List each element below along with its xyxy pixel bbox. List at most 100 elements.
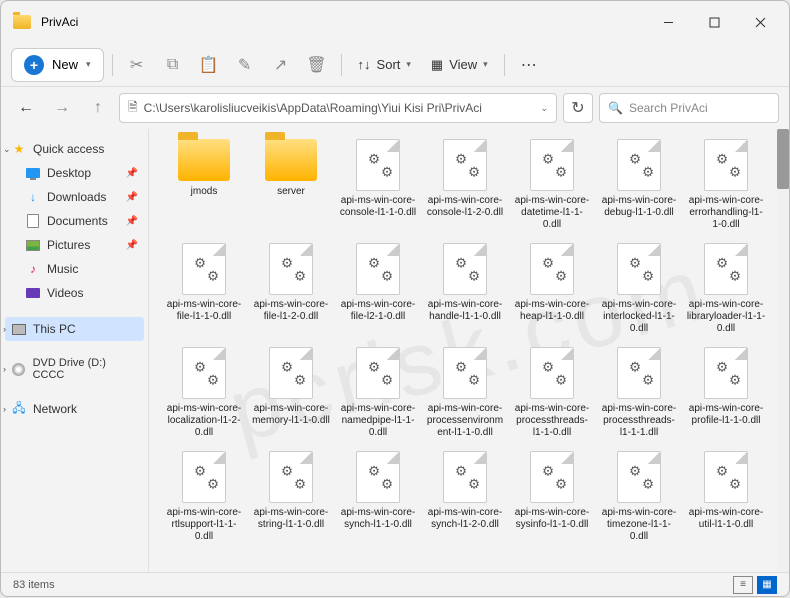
file-item[interactable]: api-ms-win-core-file-l2-1-0.dll xyxy=(337,243,419,335)
statusbar: 83 items ≡ ▦ xyxy=(1,572,789,596)
sidebar-desktop[interactable]: Desktop📌 xyxy=(5,161,144,185)
icons-view-icon[interactable]: ▦ xyxy=(757,576,777,594)
scrollbar[interactable] xyxy=(777,129,789,572)
pin-icon: 📌 xyxy=(126,240,138,251)
file-label: api-ms-win-core-memory-l1-1-0.dll xyxy=(250,403,332,427)
file-item[interactable]: api-ms-win-core-sysinfo-l1-1-0.dll xyxy=(511,451,593,543)
search-icon: 🔍 xyxy=(608,101,623,115)
sidebar-dvd[interactable]: ›DVD Drive (D:) CCCC xyxy=(5,353,144,385)
explorer-window: PrivAci + New ▾ ✂ ⧉ 📋 ✎ ↗ 🗑 ↑↓ Sort ▾ ▦ … xyxy=(0,0,790,597)
search-placeholder: Search PrivAci xyxy=(629,101,708,115)
file-label: api-ms-win-core-heap-l1-1-0.dll xyxy=(511,299,593,323)
sidebar-pictures[interactable]: Pictures📌 xyxy=(5,233,144,257)
file-label: api-ms-win-core-file-l2-1-0.dll xyxy=(337,299,419,323)
more-button[interactable]: ⋯ xyxy=(513,50,545,80)
sort-button[interactable]: ↑↓ Sort ▾ xyxy=(350,53,419,76)
close-button[interactable] xyxy=(737,6,783,38)
file-item[interactable]: api-ms-win-core-libraryloader-l1-1-0.dll xyxy=(685,243,767,335)
up-button[interactable]: ↑ xyxy=(83,93,113,123)
file-item[interactable]: api-ms-win-core-string-l1-1-0.dll xyxy=(250,451,332,543)
file-label: api-ms-win-core-namedpipe-l1-1-0.dll xyxy=(337,403,419,439)
file-item[interactable]: api-ms-win-core-synch-l1-1-0.dll xyxy=(337,451,419,543)
address-row: ← → ↑ 🗎 C:\Users\karolisliucveikis\AppDa… xyxy=(1,87,789,129)
folder-icon xyxy=(178,139,230,181)
sidebar[interactable]: ⌄★Quick access Desktop📌 ↓Downloads📌 Docu… xyxy=(1,129,149,572)
file-item[interactable]: api-ms-win-core-handle-l1-1-0.dll xyxy=(424,243,506,335)
sidebar-documents[interactable]: Documents📌 xyxy=(5,209,144,233)
file-item[interactable]: api-ms-win-core-processthreads-l1-1-1.dl… xyxy=(598,347,680,439)
dll-icon xyxy=(704,347,748,399)
file-label: api-ms-win-core-util-l1-1-0.dll xyxy=(685,507,767,531)
file-item[interactable]: api-ms-win-core-console-l1-1-0.dll xyxy=(337,139,419,231)
file-item[interactable]: api-ms-win-core-synch-l1-2-0.dll xyxy=(424,451,506,543)
paste-icon[interactable]: 📋 xyxy=(193,50,225,80)
file-item[interactable]: api-ms-win-core-errorhandling-l1-1-0.dll xyxy=(685,139,767,231)
file-label: api-ms-win-core-timezone-l1-1-0.dll xyxy=(598,507,680,543)
window-controls xyxy=(645,6,783,38)
dll-icon xyxy=(530,243,574,295)
new-label: New xyxy=(52,57,78,72)
view-button[interactable]: ▦ View ▾ xyxy=(423,53,496,77)
scrollbar-thumb[interactable] xyxy=(777,129,789,189)
file-item[interactable]: api-ms-win-core-memory-l1-1-0.dll xyxy=(250,347,332,439)
titlebar[interactable]: PrivAci xyxy=(1,1,789,43)
file-item[interactable]: api-ms-win-core-processenvironment-l1-1-… xyxy=(424,347,506,439)
rename-icon[interactable]: ✎ xyxy=(229,50,261,80)
folder-icon xyxy=(13,15,31,29)
dll-icon xyxy=(182,451,226,503)
dll-icon xyxy=(269,347,313,399)
file-label: api-ms-win-core-localization-l1-2-0.dll xyxy=(163,403,245,439)
file-label: server xyxy=(276,186,306,198)
toolbar: + New ▾ ✂ ⧉ 📋 ✎ ↗ 🗑 ↑↓ Sort ▾ ▦ View ▾ ⋯ xyxy=(1,43,789,87)
sidebar-downloads[interactable]: ↓Downloads📌 xyxy=(5,185,144,209)
file-item[interactable]: api-ms-win-core-processthreads-l1-1-0.dl… xyxy=(511,347,593,439)
window-title: PrivAci xyxy=(41,15,78,29)
delete-icon[interactable]: 🗑 xyxy=(301,50,333,80)
file-item[interactable]: api-ms-win-core-util-l1-1-0.dll xyxy=(685,451,767,543)
folder-item[interactable]: jmods xyxy=(163,139,245,231)
dll-icon xyxy=(704,451,748,503)
copy-icon[interactable]: ⧉ xyxy=(157,50,189,80)
refresh-button[interactable]: ↻ xyxy=(563,93,593,123)
search-input[interactable]: 🔍 Search PrivAci xyxy=(599,93,779,123)
chevron-down-icon: ▾ xyxy=(483,59,488,70)
file-item[interactable]: api-ms-win-core-heap-l1-1-0.dll xyxy=(511,243,593,335)
sidebar-network[interactable]: ›🖧Network xyxy=(5,397,144,421)
new-button[interactable]: + New ▾ xyxy=(11,48,104,82)
file-item[interactable]: api-ms-win-core-debug-l1-1-0.dll xyxy=(598,139,680,231)
file-label: api-ms-win-core-sysinfo-l1-1-0.dll xyxy=(511,507,593,531)
folder-item[interactable]: server xyxy=(250,139,332,231)
sidebar-this-pc[interactable]: ›This PC xyxy=(5,317,144,341)
file-label: api-ms-win-core-console-l1-1-0.dll xyxy=(337,195,419,219)
file-item[interactable]: api-ms-win-core-file-l1-2-0.dll xyxy=(250,243,332,335)
details-view-icon[interactable]: ≡ xyxy=(733,576,753,594)
file-item[interactable]: api-ms-win-core-timezone-l1-1-0.dll xyxy=(598,451,680,543)
file-item[interactable]: api-ms-win-core-rtlsupport-l1-1-0.dll xyxy=(163,451,245,543)
file-item[interactable]: api-ms-win-core-console-l1-2-0.dll xyxy=(424,139,506,231)
file-item[interactable]: api-ms-win-core-interlocked-l1-1-0.dll xyxy=(598,243,680,335)
sidebar-music[interactable]: ♪Music xyxy=(5,257,144,281)
dll-icon xyxy=(182,347,226,399)
address-bar[interactable]: 🗎 C:\Users\karolisliucveikis\AppData\Roa… xyxy=(119,93,557,123)
file-item[interactable]: api-ms-win-core-localization-l1-2-0.dll xyxy=(163,347,245,439)
back-button[interactable]: ← xyxy=(11,93,41,123)
file-item[interactable]: api-ms-win-core-namedpipe-l1-1-0.dll xyxy=(337,347,419,439)
sidebar-quick-access[interactable]: ⌄★Quick access xyxy=(5,137,144,161)
file-pane[interactable]: pcrisk.com jmodsserverapi-ms-win-core-co… xyxy=(149,129,789,572)
cut-icon[interactable]: ✂ xyxy=(121,50,153,80)
forward-button[interactable]: → xyxy=(47,93,77,123)
file-label: api-ms-win-core-processthreads-l1-1-0.dl… xyxy=(511,403,593,439)
file-item[interactable]: api-ms-win-core-datetime-l1-1-0.dll xyxy=(511,139,593,231)
share-icon[interactable]: ↗ xyxy=(265,50,297,80)
item-count: 83 items xyxy=(13,579,55,591)
separator xyxy=(504,54,505,76)
minimize-button[interactable] xyxy=(645,6,691,38)
file-item[interactable]: api-ms-win-core-file-l1-1-0.dll xyxy=(163,243,245,335)
sidebar-videos[interactable]: Videos xyxy=(5,281,144,305)
dll-icon xyxy=(530,451,574,503)
file-item[interactable]: api-ms-win-core-profile-l1-1-0.dll xyxy=(685,347,767,439)
file-label: api-ms-win-core-synch-l1-1-0.dll xyxy=(337,507,419,531)
dll-icon xyxy=(356,347,400,399)
maximize-button[interactable] xyxy=(691,6,737,38)
file-label: api-ms-win-core-profile-l1-1-0.dll xyxy=(685,403,767,427)
